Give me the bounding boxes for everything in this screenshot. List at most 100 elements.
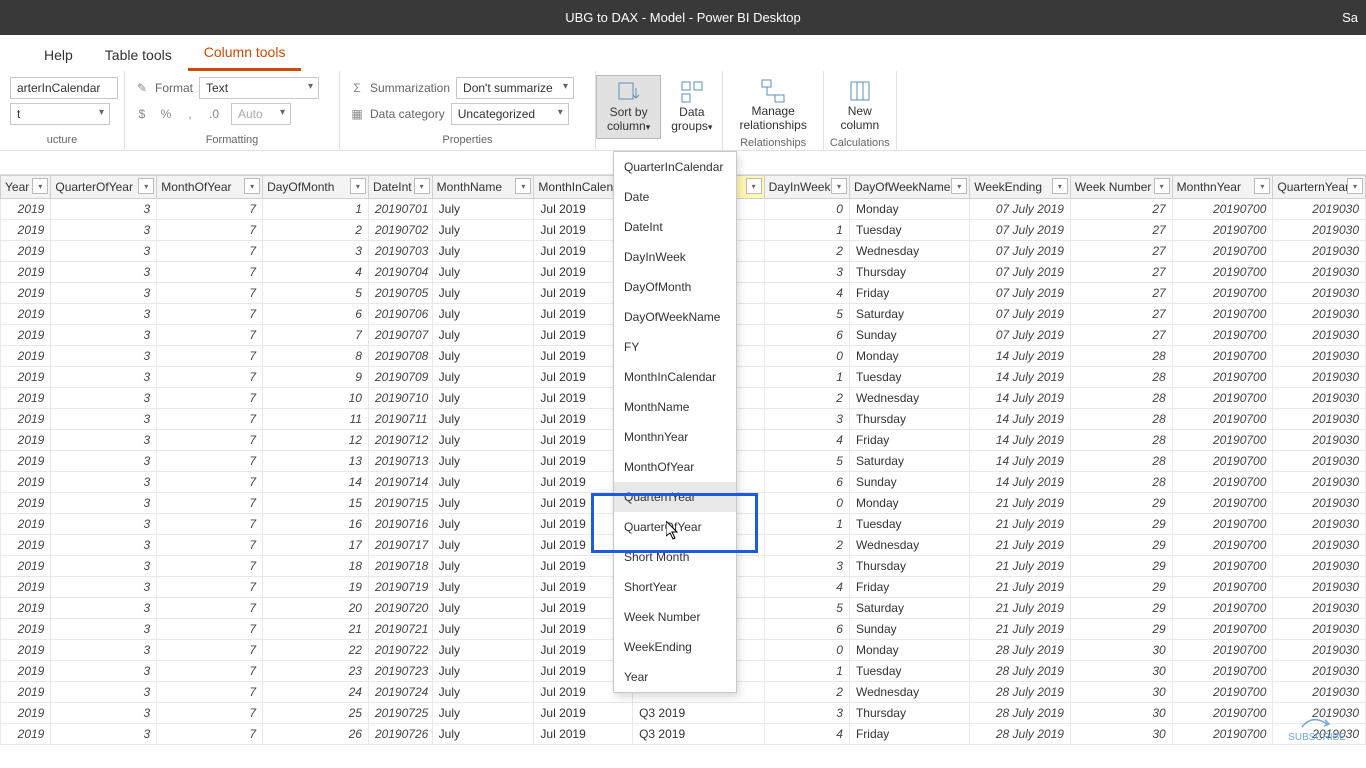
table-cell[interactable]: 28	[1070, 430, 1172, 451]
table-cell[interactable]: 2019	[1, 703, 51, 724]
table-cell[interactable]: 2	[764, 388, 849, 409]
table-cell[interactable]: 7	[157, 535, 263, 556]
table-cell[interactable]: Jul 2019	[534, 724, 633, 745]
table-cell[interactable]: July	[432, 472, 534, 493]
table-cell[interactable]: July	[432, 388, 534, 409]
table-cell[interactable]: July	[432, 346, 534, 367]
dropdown-item[interactable]: MonthOfYear	[614, 452, 736, 482]
table-cell[interactable]: 2019030	[1273, 682, 1366, 703]
filter-icon[interactable]: ▾	[951, 178, 967, 194]
dropdown-item[interactable]: MonthnYear	[614, 422, 736, 452]
table-cell[interactable]: 20190700	[1172, 430, 1273, 451]
table-cell[interactable]: 14	[263, 472, 369, 493]
table-cell[interactable]: Sunday	[849, 472, 969, 493]
table-cell[interactable]: 20190718	[368, 556, 432, 577]
table-cell[interactable]: 28 July 2019	[970, 682, 1071, 703]
table-cell[interactable]: 2019030	[1273, 325, 1366, 346]
column-header[interactable]: QuarterOfYear▾	[51, 176, 157, 199]
table-cell[interactable]: 14 July 2019	[970, 451, 1071, 472]
table-cell[interactable]: 3	[51, 703, 157, 724]
table-cell[interactable]: 20190700	[1172, 535, 1273, 556]
table-cell[interactable]: 23	[263, 661, 369, 682]
dropdown-item[interactable]: QuarternYear	[614, 482, 736, 512]
table-cell[interactable]: 6	[764, 325, 849, 346]
table-cell[interactable]: 28	[1070, 346, 1172, 367]
table-cell[interactable]: 29	[1070, 535, 1172, 556]
table-cell[interactable]: July	[432, 535, 534, 556]
table-cell[interactable]: July	[432, 682, 534, 703]
table-cell[interactable]: 29	[1070, 514, 1172, 535]
table-cell[interactable]: 20190700	[1172, 262, 1273, 283]
table-cell[interactable]: 21 July 2019	[970, 556, 1071, 577]
table-cell[interactable]: 7	[157, 514, 263, 535]
table-cell[interactable]: 6	[764, 472, 849, 493]
filter-icon[interactable]: ▾	[138, 178, 154, 194]
sort-by-column-dropdown[interactable]: QuarterInCalendarDateDateIntDayInWeekDay…	[613, 151, 737, 693]
table-cell[interactable]: 20190716	[368, 514, 432, 535]
table-cell[interactable]: 7	[157, 619, 263, 640]
column-header[interactable]: WeekEnding▾	[970, 176, 1071, 199]
table-cell[interactable]: 7	[263, 325, 369, 346]
table-cell[interactable]: Thursday	[849, 703, 969, 724]
table-cell[interactable]: 14 July 2019	[970, 409, 1071, 430]
table-cell[interactable]: 20190715	[368, 493, 432, 514]
table-cell[interactable]: 2019	[1, 367, 51, 388]
table-cell[interactable]: 2019	[1, 724, 51, 745]
table-cell[interactable]: 7	[157, 241, 263, 262]
table-cell[interactable]: 20190700	[1172, 346, 1273, 367]
table-cell[interactable]: 3	[51, 451, 157, 472]
table-cell[interactable]: Friday	[849, 724, 969, 745]
table-cell[interactable]: Jul 2019	[534, 703, 633, 724]
table-cell[interactable]: 20190706	[368, 304, 432, 325]
summarization-select[interactable]	[456, 77, 574, 99]
table-cell[interactable]: Wednesday	[849, 241, 969, 262]
table-cell[interactable]: 3	[764, 262, 849, 283]
table-cell[interactable]: 20190700	[1172, 409, 1273, 430]
table-cell[interactable]: 3	[51, 262, 157, 283]
table-cell[interactable]: Thursday	[849, 409, 969, 430]
table-cell[interactable]: 20190700	[1172, 514, 1273, 535]
table-cell[interactable]: 1	[764, 514, 849, 535]
table-cell[interactable]: July	[432, 262, 534, 283]
table-cell[interactable]: 20190700	[1172, 388, 1273, 409]
currency-icon[interactable]: $	[135, 107, 149, 121]
table-cell[interactable]: 3	[51, 598, 157, 619]
table-cell[interactable]: 2019	[1, 535, 51, 556]
table-cell[interactable]: 2019030	[1273, 220, 1366, 241]
table-cell[interactable]: 3	[51, 304, 157, 325]
table-cell[interactable]: 2019030	[1273, 619, 1366, 640]
table-cell[interactable]: 5	[263, 283, 369, 304]
table-cell[interactable]: 1	[263, 199, 369, 220]
dropdown-item[interactable]: FY	[614, 332, 736, 362]
table-cell[interactable]: 07 July 2019	[970, 199, 1071, 220]
table-cell[interactable]: 20190700	[1172, 472, 1273, 493]
table-cell[interactable]: 20190700	[1172, 703, 1273, 724]
table-cell[interactable]: 14 July 2019	[970, 430, 1071, 451]
table-cell[interactable]: 1	[764, 367, 849, 388]
table-cell[interactable]: 28	[1070, 472, 1172, 493]
table-cell[interactable]: 27	[1070, 304, 1172, 325]
table-cell[interactable]: 3	[51, 535, 157, 556]
table-cell[interactable]: 28	[1070, 367, 1172, 388]
table-cell[interactable]: 27	[1070, 283, 1172, 304]
table-cell[interactable]: 28	[1070, 409, 1172, 430]
table-cell[interactable]: July	[432, 724, 534, 745]
dropdown-item[interactable]: DateInt	[614, 212, 736, 242]
table-cell[interactable]: 2	[764, 535, 849, 556]
table-cell[interactable]: 2019030	[1273, 472, 1366, 493]
table-cell[interactable]: Tuesday	[849, 514, 969, 535]
table-cell[interactable]: July	[432, 430, 534, 451]
table-cell[interactable]: 20190700	[1172, 724, 1273, 745]
table-cell[interactable]: 3	[51, 556, 157, 577]
table-cell[interactable]: 5	[764, 304, 849, 325]
table-cell[interactable]: 2019	[1, 220, 51, 241]
dropdown-item[interactable]: Year	[614, 662, 736, 692]
table-cell[interactable]: 20190700	[1172, 619, 1273, 640]
table-cell[interactable]: 20190719	[368, 577, 432, 598]
column-header[interactable]: DayOfMonth▾	[263, 176, 369, 199]
table-row[interactable]: 2019372620190726JulyJul 2019Q3 20194Frid…	[1, 724, 1366, 745]
filter-icon[interactable]: ▾	[414, 178, 430, 194]
table-cell[interactable]: 5	[764, 451, 849, 472]
table-cell[interactable]: 20190720	[368, 598, 432, 619]
column-header[interactable]: DayInWeek▾	[764, 176, 849, 199]
